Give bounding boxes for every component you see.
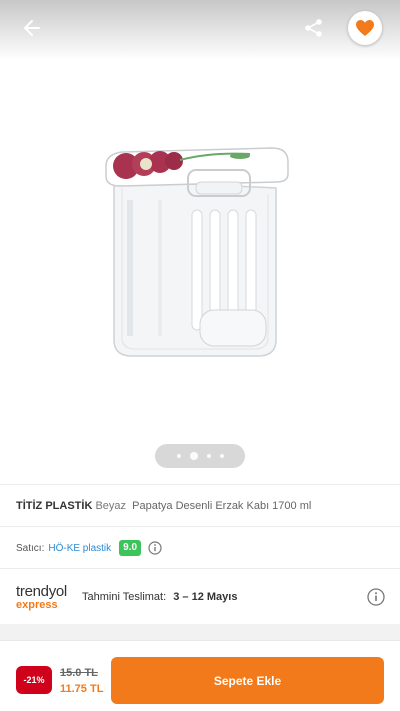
seller-label: Satıcı: bbox=[16, 542, 45, 554]
current-price: 11.75 TL bbox=[60, 683, 104, 695]
product-brand[interactable]: TİTİZ PLASTİK bbox=[16, 500, 92, 512]
share-icon bbox=[305, 19, 322, 37]
pager-dot[interactable] bbox=[206, 454, 211, 458]
back-button[interactable] bbox=[16, 12, 48, 44]
info-icon bbox=[148, 541, 162, 555]
product-gallery[interactable] bbox=[0, 0, 400, 484]
info-icon bbox=[367, 588, 385, 606]
seller-link[interactable]: HÖ-KE plastik bbox=[48, 543, 111, 554]
seller-rating-badge: 9.0 bbox=[119, 540, 142, 556]
delivery-row: trendyol express Tahmini Teslimat: 3 – 1… bbox=[0, 570, 400, 624]
bottom-action-bar: -21% 15.0 TL 11.75 TL Sepete Ekle bbox=[0, 640, 400, 711]
divider bbox=[0, 526, 400, 527]
favorite-button[interactable] bbox=[348, 11, 382, 45]
divider bbox=[0, 568, 400, 569]
heart-icon bbox=[356, 20, 374, 36]
pager-dot[interactable] bbox=[176, 454, 181, 458]
seller-info-button[interactable] bbox=[147, 540, 163, 556]
logo-express: express bbox=[16, 598, 58, 611]
logo-trendyol: trendyol bbox=[16, 582, 67, 600]
product-name: Papatya Desenli Erzak Kabı 1700 ml bbox=[132, 500, 312, 512]
pager-dot-active[interactable] bbox=[189, 452, 198, 460]
delivery-dates: 3 – 12 Mayıs bbox=[173, 591, 238, 603]
product-image bbox=[105, 147, 289, 357]
image-pager[interactable] bbox=[155, 444, 245, 468]
product-color: Beyaz bbox=[95, 500, 127, 512]
delivery-estimate: Tahmini Teslimat: 3 – 12 Mayıs bbox=[82, 591, 237, 603]
product-title: TİTİZ PLASTİK Beyaz Papatya Desenli Erza… bbox=[16, 498, 386, 514]
delivery-info-button[interactable] bbox=[366, 587, 386, 607]
divider bbox=[0, 484, 400, 485]
header-shade bbox=[0, 0, 400, 60]
pager-dot[interactable] bbox=[219, 454, 224, 458]
delivery-label: Tahmini Teslimat: bbox=[82, 591, 167, 603]
section-separator bbox=[0, 624, 400, 640]
share-button[interactable] bbox=[298, 12, 330, 44]
discount-badge: -21% bbox=[16, 666, 52, 694]
old-price: 15.0 TL bbox=[60, 667, 98, 679]
trendyol-express-logo: trendyol express bbox=[16, 584, 74, 611]
arrow-left-icon bbox=[24, 20, 40, 36]
add-to-cart-button[interactable]: Sepete Ekle bbox=[111, 657, 384, 704]
seller-row: Satıcı: HÖ-KE plastik 9.0 bbox=[16, 538, 163, 558]
